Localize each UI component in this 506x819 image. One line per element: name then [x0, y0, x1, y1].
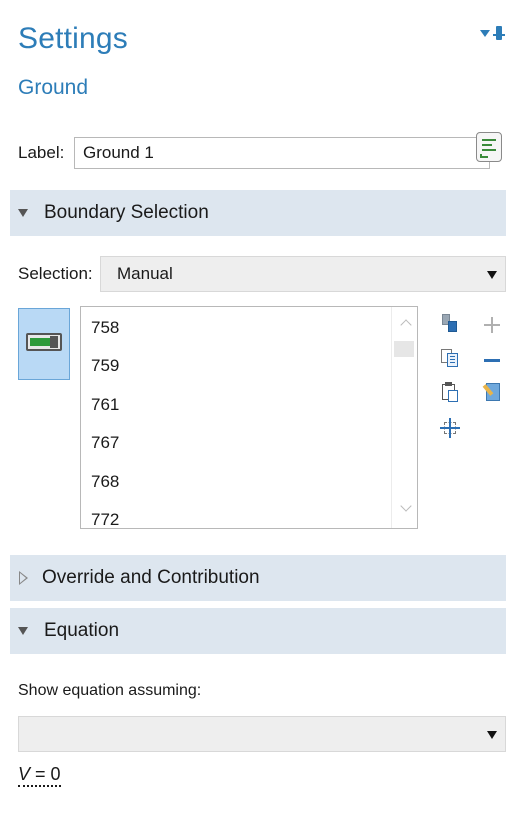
window-controls	[480, 26, 505, 40]
list-item[interactable]: 758	[81, 309, 417, 347]
list-item[interactable]: 772	[81, 501, 417, 528]
chevron-down-icon	[487, 731, 497, 739]
expanded-arrow-icon	[18, 209, 28, 217]
section-boundary-selection[interactable]: Boundary Selection	[10, 190, 506, 236]
section-label: Boundary Selection	[44, 202, 209, 223]
formula-variable: V	[18, 764, 31, 784]
list-item[interactable]: 761	[81, 386, 417, 424]
scroll-thumb[interactable]	[394, 341, 414, 357]
notes-button[interactable]	[476, 132, 502, 162]
active-toggle-icon	[26, 333, 62, 351]
dropdown-arrow-icon[interactable]	[480, 29, 490, 37]
selection-list[interactable]: 758 759 761 767 768 772	[80, 306, 418, 529]
chevron-down-icon	[487, 271, 497, 279]
add-icon[interactable]	[482, 315, 502, 335]
list-item[interactable]: 759	[81, 347, 417, 385]
copy-selection-icon[interactable]	[440, 348, 460, 368]
active-toggle-button[interactable]	[18, 308, 70, 380]
list-item[interactable]: 767	[81, 424, 417, 462]
zoom-to-selection-icon[interactable]	[440, 418, 460, 438]
notes-icon	[482, 139, 496, 155]
section-label: Equation	[44, 620, 120, 641]
list-item[interactable]: 768	[81, 463, 417, 501]
selection-value: Manual	[117, 264, 173, 283]
label-input[interactable]	[74, 137, 490, 169]
scroll-down-icon[interactable]	[400, 500, 412, 512]
scrollbar[interactable]	[391, 307, 417, 528]
expanded-arrow-icon	[18, 627, 28, 635]
section-override-contribution[interactable]: Override and Contribution	[10, 555, 506, 601]
selection-label: Selection:	[18, 264, 93, 283]
paste-selection-icon[interactable]	[440, 313, 460, 333]
section-equation[interactable]: Equation	[10, 608, 506, 654]
settings-title: Settings	[18, 22, 128, 55]
selection-dropdown[interactable]: Manual	[100, 256, 506, 292]
equation-formula: V = 0	[18, 764, 61, 787]
pin-icon[interactable]	[493, 26, 505, 40]
section-label: Override and Contribution	[42, 567, 260, 588]
equation-assume-label: Show equation assuming:	[18, 682, 202, 699]
feature-subtitle: Ground	[18, 76, 89, 99]
clear-selection-icon[interactable]	[482, 382, 502, 402]
equation-assume-dropdown[interactable]	[18, 716, 506, 752]
paste-icon[interactable]	[440, 382, 460, 402]
label-caption: Label:	[18, 143, 65, 162]
remove-icon[interactable]	[482, 350, 502, 370]
label-row: Label:	[18, 136, 506, 170]
collapsed-arrow-icon	[18, 571, 28, 585]
scroll-up-icon[interactable]	[400, 319, 412, 331]
formula-rest: = 0	[30, 764, 61, 784]
